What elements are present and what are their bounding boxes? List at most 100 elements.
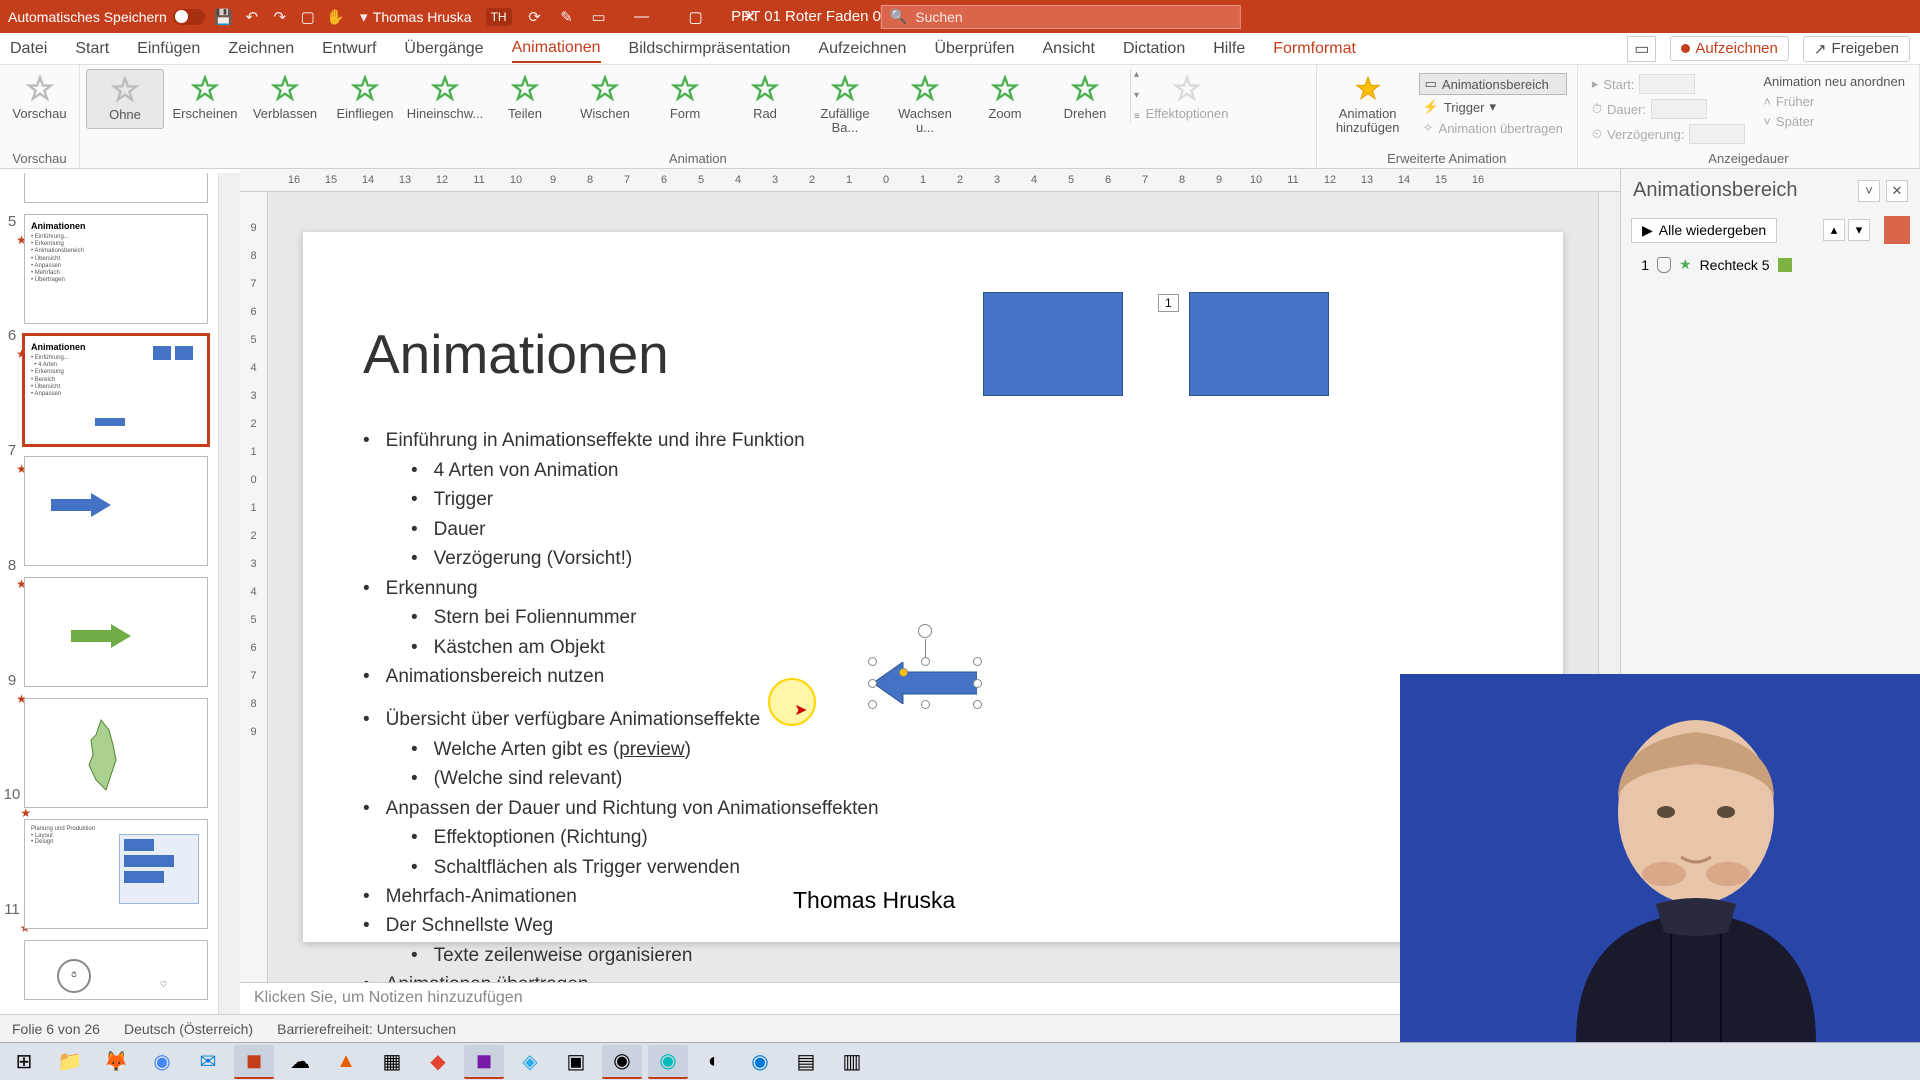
window-icon[interactable]: ▭ [590, 8, 608, 26]
chrome-icon[interactable]: ◉ [142, 1045, 182, 1079]
search-box[interactable]: 🔍 Suchen [881, 5, 1241, 29]
anim-verblassen[interactable]: Verblassen [246, 69, 324, 127]
app-icon-6[interactable]: ▤ [786, 1045, 826, 1079]
slide-thumb-5[interactable]: Animationen• Einführung...• Erkennung• A… [24, 214, 208, 324]
tab-animationen[interactable]: Animationen [512, 35, 601, 63]
anim-ohne[interactable]: Ohne [86, 69, 164, 129]
tab-formformat[interactable]: Formformat [1273, 36, 1356, 62]
powerpoint-icon[interactable]: ◼ [234, 1045, 274, 1079]
play-all-button[interactable]: ▶ Alle wiedergeben [1631, 218, 1777, 243]
shape-rectangle-1[interactable] [983, 292, 1123, 396]
move-earlier[interactable]: ˄ Früher [1759, 93, 1909, 110]
redo-icon[interactable]: ↷ [271, 8, 289, 26]
anim-erscheinen[interactable]: Erscheinen [166, 69, 244, 127]
tab-ansicht[interactable]: Ansicht [1043, 36, 1095, 62]
move-down-button[interactable]: ▾ [1848, 219, 1870, 241]
draw-icon[interactable]: ✎ [558, 8, 576, 26]
language-indicator[interactable]: Deutsch (Österreich) [124, 1021, 253, 1037]
firefox-icon[interactable]: 🦊 [96, 1045, 136, 1079]
onenote-icon[interactable]: ◼ [464, 1045, 504, 1079]
save-icon[interactable]: 💾 [215, 8, 233, 26]
accessibility-check[interactable]: Barrierefreiheit: Untersuchen [277, 1021, 456, 1037]
thumbnail-scrollbar[interactable] [218, 173, 240, 1014]
anim-form[interactable]: Form [646, 69, 724, 127]
edge-icon[interactable]: ◉ [740, 1045, 780, 1079]
rotate-handle[interactable] [918, 624, 932, 638]
tab-einfuegen[interactable]: Einfügen [137, 36, 200, 62]
telegram-icon[interactable]: ◈ [510, 1045, 550, 1079]
tab-datei[interactable]: Datei [10, 36, 47, 62]
minimize-button[interactable]: — [622, 0, 662, 33]
autosave-toggle[interactable]: Automatisches Speichern [8, 9, 205, 25]
animation-tag[interactable]: 1 [1158, 294, 1179, 312]
slide-title[interactable]: Animationen [363, 322, 1503, 386]
slide-thumb-7[interactable] [24, 456, 208, 566]
tab-aufzeichnen[interactable]: Aufzeichnen [818, 36, 906, 62]
add-animation-button[interactable]: Animation hinzufügen [1323, 69, 1413, 142]
app-icon-4[interactable]: ◉ [648, 1045, 688, 1079]
anim-rad[interactable]: Rad [726, 69, 804, 127]
tab-ueberpruefen[interactable]: Überprüfen [934, 36, 1014, 62]
tab-uebergaenge[interactable]: Übergänge [404, 36, 483, 62]
effect-options-button[interactable]: Effektoptionen [1148, 69, 1226, 127]
tab-zeichnen[interactable]: Zeichnen [228, 36, 294, 62]
timing-dauer[interactable]: ⏱ Dauer: [1588, 98, 1749, 120]
tab-hilfe[interactable]: Hilfe [1213, 36, 1245, 62]
slide-thumb-11[interactable]: ⏱♡ [24, 940, 208, 1000]
anim-zoom[interactable]: Zoom [966, 69, 1044, 127]
app-icon-3[interactable]: ▣ [556, 1045, 596, 1079]
explorer-icon[interactable]: 📁 [50, 1045, 90, 1079]
share-button[interactable]: ↗ Freigeben [1803, 36, 1910, 62]
slide-thumb-10[interactable]: Planung und Produktion• Layout• Design [24, 819, 208, 929]
gallery-expand[interactable]: ▴▾≡ [1130, 69, 1146, 122]
app-icon-1[interactable]: ☁ [280, 1045, 320, 1079]
shape-arrow-selected[interactable] [873, 662, 977, 704]
collapse-ribbon-icon[interactable]: ▭ [1627, 36, 1656, 62]
tab-bildschirm[interactable]: Bildschirmpräsentation [629, 36, 791, 62]
slide-author[interactable]: Thomas Hruska [793, 887, 955, 914]
present-icon[interactable]: ▢ [299, 8, 317, 26]
obs-icon[interactable]: ◉ [602, 1045, 642, 1079]
shape-rectangle-2[interactable] [1189, 292, 1329, 396]
anim-wischen[interactable]: Wischen [566, 69, 644, 127]
anim-einfliegen[interactable]: Einfliegen [326, 69, 404, 127]
sync-icon[interactable]: ⟳ [526, 8, 544, 26]
animation-pane-toggle[interactable]: ▭ Animationsbereich [1419, 73, 1567, 95]
anim-drehen[interactable]: Drehen [1046, 69, 1124, 127]
vlc-icon[interactable]: ▲ [326, 1045, 366, 1079]
user-name[interactable]: Thomas Hruska [373, 9, 472, 25]
move-up-button[interactable]: ▴ [1823, 219, 1845, 241]
anim-zufaellig[interactable]: Zufällige Ba... [806, 69, 884, 142]
app-icon-2[interactable]: ▦ [372, 1045, 412, 1079]
toggle-switch[interactable] [173, 9, 205, 25]
todoist-icon[interactable]: ◆ [418, 1045, 458, 1079]
undo-icon[interactable]: ↶ [243, 8, 261, 26]
animation-item[interactable]: 1 ★ Rechteck 5 [1631, 254, 1910, 275]
preview-button[interactable]: Vorschau [6, 69, 73, 127]
record-button[interactable]: Aufzeichnen [1670, 36, 1789, 61]
slide-thumb-9[interactable] [24, 698, 208, 808]
slide-thumb-4[interactable] [24, 173, 208, 203]
sidebar-tab[interactable] [1884, 216, 1910, 244]
slide-canvas[interactable]: Animationen Einführung in Animationseffe… [303, 232, 1563, 942]
qat-more-icon[interactable]: ▾ [355, 8, 373, 26]
tab-dictation[interactable]: Dictation [1123, 36, 1185, 62]
outlook-icon[interactable]: ✉ [188, 1045, 228, 1079]
slide-thumb-6[interactable]: Animationen • Einführung... • 4 Arten• E… [24, 335, 208, 445]
maximize-button[interactable]: ▢ [676, 0, 716, 33]
anim-wachsen[interactable]: Wachsen u... [886, 69, 964, 142]
user-badge[interactable]: TH [486, 8, 512, 26]
pane-dropdown-icon[interactable]: ˅ [1858, 180, 1880, 202]
slide-thumb-8[interactable] [24, 577, 208, 687]
tab-entwurf[interactable]: Entwurf [322, 36, 376, 62]
pane-close-icon[interactable]: ✕ [1886, 180, 1908, 202]
trigger-button[interactable]: ⚡ Trigger ▾ [1419, 98, 1567, 116]
move-later[interactable]: ˅ Später [1759, 113, 1909, 130]
animation-painter[interactable]: ✧ Animation übertragen [1419, 119, 1567, 137]
timing-start[interactable]: ▸ Start: [1588, 73, 1749, 95]
app-icon-5[interactable]: ◐ [694, 1045, 734, 1079]
anim-hineinschweben[interactable]: Hineinschw... [406, 69, 484, 127]
timing-verzoegerung[interactable]: ⏲ Verzögerung: [1588, 123, 1749, 145]
slide-counter[interactable]: Folie 6 von 26 [12, 1021, 100, 1037]
start-button[interactable]: ⊞ [4, 1045, 44, 1079]
